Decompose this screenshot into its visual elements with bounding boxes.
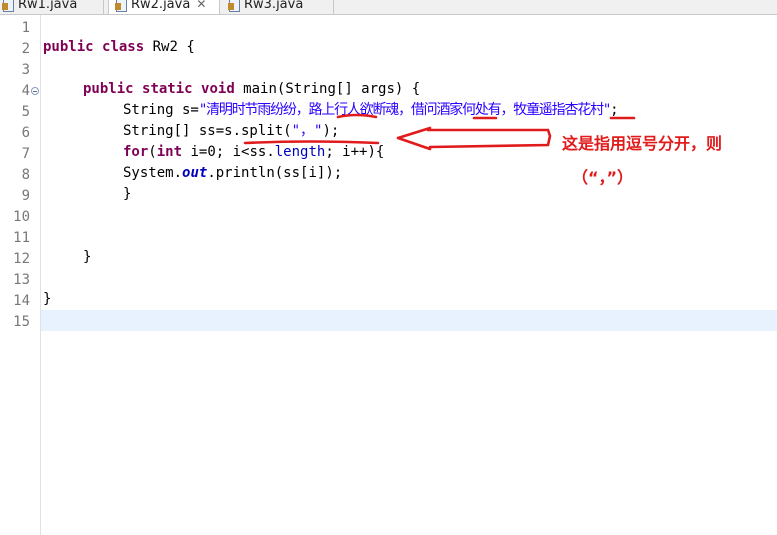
annotation-text-quote: （“，”） [572, 168, 634, 187]
annotation-text: 这是指用逗号分开，则 [562, 134, 723, 153]
arrow-shaft [426, 128, 552, 149]
comma-underline [336, 113, 378, 119]
arrow-head-icon [396, 126, 432, 151]
split-underline [243, 140, 380, 145]
annotation-overlay [243, 113, 636, 151]
